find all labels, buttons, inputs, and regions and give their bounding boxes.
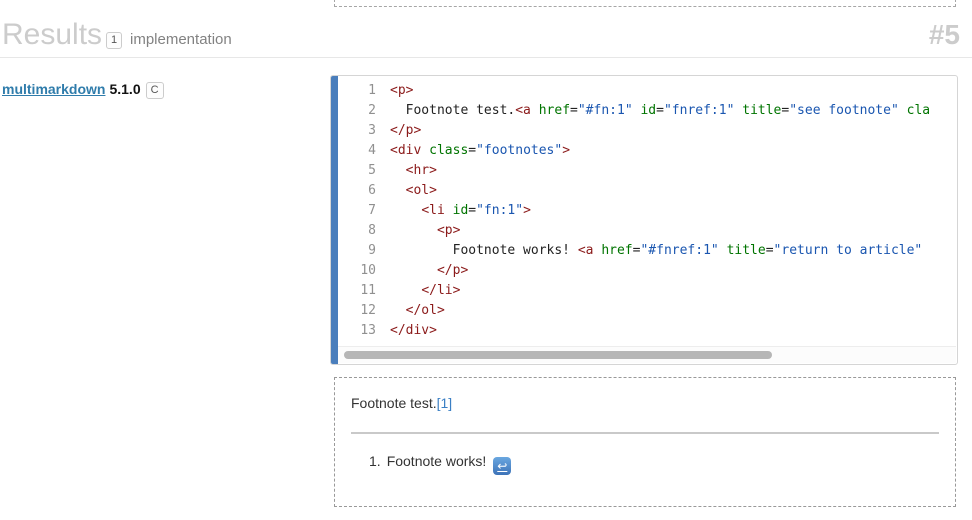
code-accent-bar xyxy=(331,76,338,364)
code-line: </p> xyxy=(436,263,469,278)
header-divider xyxy=(0,57,972,58)
code-line-number: 3 xyxy=(368,123,376,138)
code-line-number: 1 xyxy=(368,83,376,98)
code-line: </div> xyxy=(390,323,437,338)
code-line: </ol> xyxy=(405,303,445,318)
previous-preview-fragment xyxy=(334,0,956,7)
code-line-number: 6 xyxy=(368,183,376,198)
preview-divider xyxy=(351,432,939,434)
page: { "header": { "title": "Results", "count… xyxy=(0,0,972,520)
preview-paragraph-text: Footnote test. xyxy=(351,395,437,411)
code-line-number: 10 xyxy=(360,263,376,278)
implementation-count-label: implementation xyxy=(130,31,232,48)
code-line-number: 11 xyxy=(360,283,376,298)
code-lines: <p> Footnote test.<a href="#fn:1" id="fn… xyxy=(390,81,956,341)
language-badge: C xyxy=(145,81,164,99)
code-line: <ol> xyxy=(405,183,437,198)
code-line-number: 4 xyxy=(368,143,376,158)
code-line: <div class="footnotes"> xyxy=(390,143,571,158)
footnote-ref-link[interactable]: [1] xyxy=(437,395,453,411)
code-line: </p> xyxy=(390,123,422,138)
footnote-list-item: 1. Footnote works! ↩ xyxy=(369,452,939,475)
footnote-text: Footnote works! xyxy=(386,453,487,469)
implementation-row: multimarkdown 5.1.0 C xyxy=(2,80,164,99)
code-line: <li id="fn:1"> xyxy=(421,203,531,218)
implementation-name-link[interactable]: multimarkdown xyxy=(2,81,105,97)
code-line: <p> xyxy=(436,223,461,238)
preview-paragraph: Footnote test.[1] xyxy=(351,394,939,412)
code-line: <p> xyxy=(390,83,414,98)
list-marker: 1. xyxy=(369,453,381,469)
code-line: <hr> xyxy=(405,163,437,178)
code-line-number: 12 xyxy=(360,303,376,318)
result-number-link[interactable]: #5 xyxy=(929,20,960,50)
code-line-number: 8 xyxy=(368,223,376,238)
implementation-version: 5.1.0 xyxy=(109,81,141,97)
code-line-number: 9 xyxy=(368,243,376,258)
code-line-number: 13 xyxy=(360,323,376,338)
results-title: Results xyxy=(2,18,103,51)
horizontal-scrollbar[interactable] xyxy=(338,346,956,363)
code-line: Footnote works! <a href="#fnref:1" title… xyxy=(390,243,923,258)
code-line-number: 7 xyxy=(368,203,376,218)
code-line-number: 2 xyxy=(368,103,376,118)
code-line: </li> xyxy=(421,283,461,298)
horizontal-scrollbar-thumb[interactable] xyxy=(344,351,772,359)
code-line-number: 5 xyxy=(368,163,376,178)
code-line: Footnote test.<a href="#fn:1" id="fnref:… xyxy=(390,103,931,118)
code-gutter: 1 2 3 4 5 6 7 8 9 10 11 12 13 xyxy=(338,81,376,341)
code-block: 1 2 3 4 5 6 7 8 9 10 11 12 13 <p> Footnote test.<a h… xyxy=(330,75,958,365)
implementation-count-badge: 1 xyxy=(106,32,123,49)
preview-box: Footnote test.[1] 1. Footnote works! ↩ xyxy=(334,377,956,507)
return-arrow-icon[interactable]: ↩ xyxy=(493,457,512,475)
